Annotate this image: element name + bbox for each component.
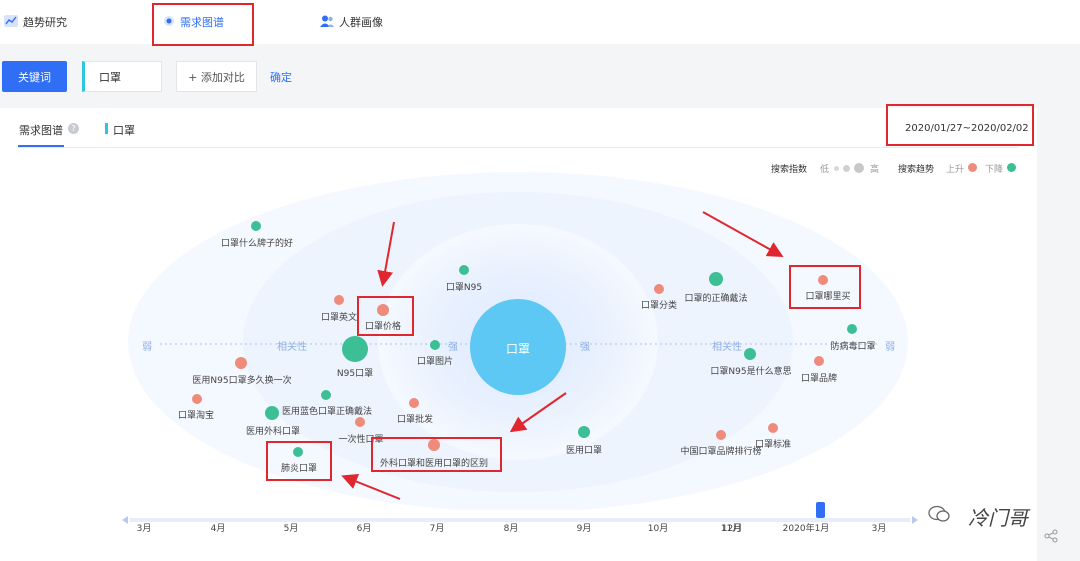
timeline-month-label: 9月	[576, 524, 592, 534]
timeline-month-label: 2020年1月	[782, 524, 830, 534]
wechat-icon	[928, 505, 950, 523]
arrow-difference	[509, 392, 567, 433]
timeline-month-label: 3月	[136, 524, 152, 534]
arrow-where-buy	[702, 211, 784, 257]
timeline-month-label: 10月	[647, 524, 669, 534]
annotation-arrows	[341, 211, 784, 500]
timeline-month-label: 8月	[503, 524, 519, 534]
timeline-month-label: 3月	[871, 524, 887, 534]
timeline-month-label: 4月	[210, 524, 226, 534]
timeline-month-label: 6月	[356, 524, 372, 534]
timeline-month-label: 7月	[429, 524, 445, 534]
watermark-text: 冷门哥	[968, 506, 1028, 530]
arrow-pneumonia	[341, 474, 401, 500]
timeline-handle[interactable]	[816, 502, 825, 518]
timeline-month-label: 5月	[283, 524, 299, 534]
timeline-month-label: 12月	[721, 524, 743, 534]
share-icon[interactable]	[1044, 528, 1058, 547]
arrow-price	[377, 221, 395, 287]
